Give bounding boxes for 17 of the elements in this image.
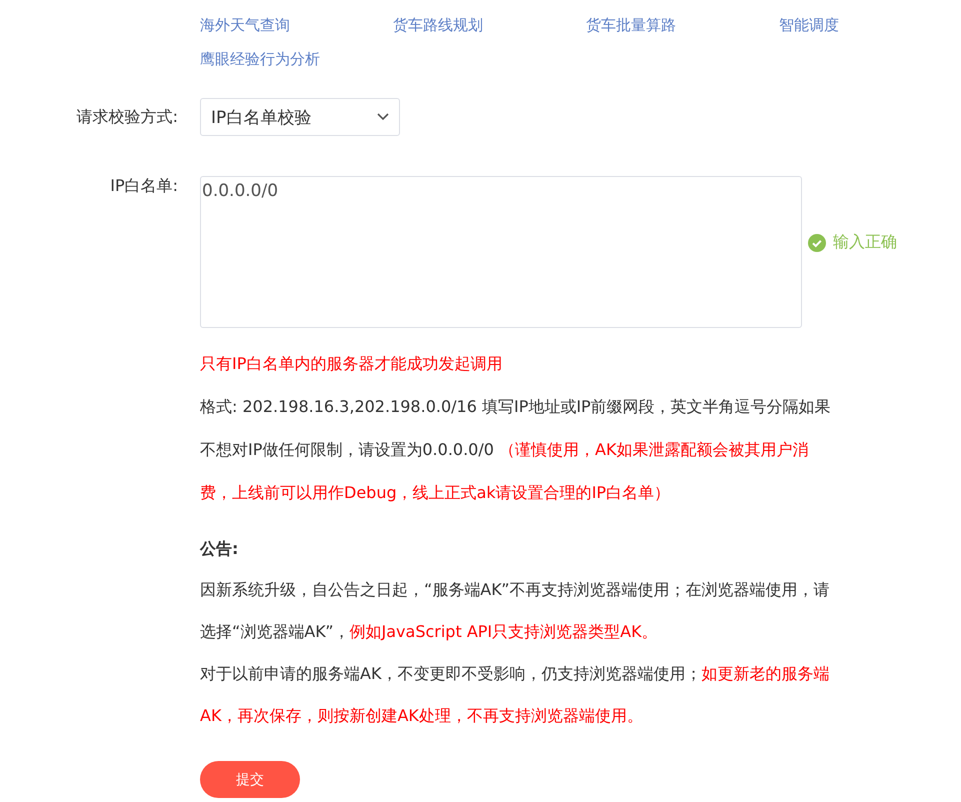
verify-method-select[interactable]: IP白名单校验 — [200, 98, 400, 136]
service-link[interactable]: 智能调度 — [779, 14, 961, 36]
notice-title: 公告: — [200, 538, 240, 560]
chevron-down-icon — [377, 113, 389, 121]
submit-button[interactable]: 提交 — [200, 761, 300, 798]
notice-paragraph: 对于以前申请的服务端AK，不变更即不受影响，仍支持浏览器端使用；如更新老的服务端AK，再次保存，则按新创建AK处理，不再支持浏览器端使用。 — [200, 663, 830, 727]
ip-whitelist-field[interactable]: 0.0.0.0/0 — [200, 176, 802, 328]
notice-paragraph: 因新系统升级，自公告之日起，“服务端AK”不再支持浏览器端使用；在浏览器端使用，请选择“浏览器端AK”，例如JavaScript API只支持浏览器类型AK。 — [200, 579, 831, 643]
field-label: 请求校验方式: — [76, 106, 178, 128]
hint-text: 只有IP白名单内的服务器才能成功发起调用 — [200, 353, 504, 375]
validation-message: 输入正确 — [833, 232, 897, 253]
hint-text: 格式: 202.198.16.3,202.198.0.0/16 填写IP地址或IP前缀网段，英文半角逗号分隔如果不想对IP做任何限制，请设置为0.0.0.0/0 （谨慎使用，AK如果泄露配额会被其用户消费，上线前可以用作Debug，线上正式ak请设置合理的IP白名单） — [200, 396, 832, 504]
service-link[interactable]: 货车批量算路 — [586, 14, 779, 36]
field-label: IP白名单: — [109, 176, 178, 197]
service-link[interactable]: 货车路线规划 — [393, 14, 586, 36]
service-link[interactable]: 海外天气查询 — [200, 14, 393, 36]
service-link[interactable]: 鹰眼经验行为分析 — [200, 48, 393, 70]
